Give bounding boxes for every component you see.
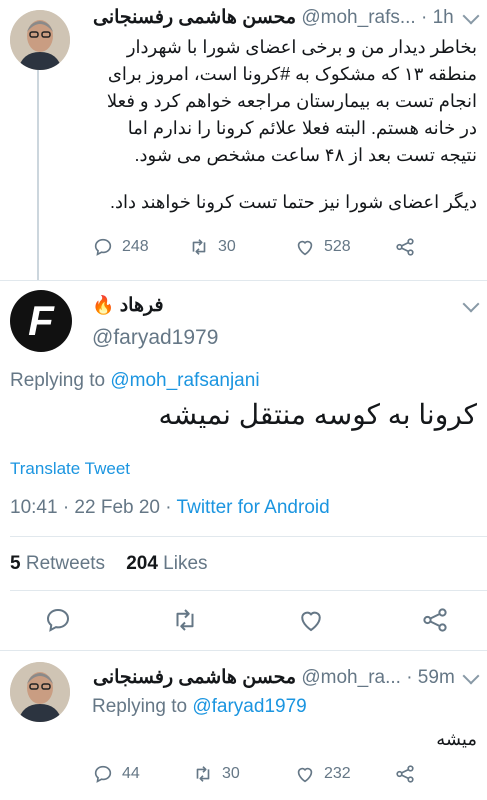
engagement-stats: 5 Retweets 204 Likes bbox=[10, 553, 208, 575]
reply-count: 248 bbox=[122, 238, 149, 255]
tweet-line: بخاطر دیدار من و برخی اعضای شورا با شهرد… bbox=[126, 37, 477, 57]
share-button[interactable] bbox=[394, 236, 416, 258]
likes-label: Likes bbox=[163, 553, 208, 574]
tweet-line: منطقه ۱۳ که مشکوک به #کرونا است، امروز ب… bbox=[107, 64, 477, 84]
avatar[interactable] bbox=[10, 10, 70, 70]
chevron-down-icon[interactable] bbox=[462, 667, 480, 685]
tweet-actions: 44 30 232 bbox=[0, 763, 487, 793]
tweet-time: 10:41 bbox=[10, 497, 58, 518]
translate-link[interactable]: Translate Tweet bbox=[10, 459, 130, 479]
chevron-down-icon[interactable] bbox=[462, 7, 480, 25]
retweet-icon[interactable] bbox=[170, 605, 200, 635]
reply-icon[interactable] bbox=[43, 605, 73, 635]
reply-icon bbox=[94, 238, 112, 256]
divider bbox=[10, 590, 487, 591]
tweet-text: میشه bbox=[436, 729, 477, 749]
author-name[interactable]: محسن هاشمی رفسنجانی bbox=[93, 667, 296, 688]
reply-button[interactable]: 248 bbox=[92, 236, 149, 258]
divider bbox=[0, 280, 487, 281]
reply-count: 44 bbox=[122, 765, 140, 782]
tweet-text: بخاطر دیدار من و برخی اعضای شورا با شهرد… bbox=[77, 34, 477, 216]
retweet-icon bbox=[192, 239, 206, 255]
like-icon bbox=[297, 240, 313, 256]
likes-count: 204 bbox=[126, 553, 158, 574]
tweet-line: نتیجه تست بعد از ۴۸ ساعت مشخص می شود. bbox=[134, 145, 477, 165]
like-button[interactable]: 528 bbox=[294, 236, 351, 258]
like-count: 232 bbox=[324, 765, 351, 782]
replying-label: Replying to bbox=[92, 696, 188, 717]
retweet-button[interactable]: 30 bbox=[188, 236, 236, 258]
tweet-line: در خانه هستم. البته فعلا علائم کرونا را … bbox=[127, 118, 477, 138]
likes-stat[interactable]: 204 Likes bbox=[126, 553, 207, 574]
author-name[interactable]: فرهاد bbox=[120, 295, 164, 316]
tweet-actions: 248 30 528 bbox=[0, 236, 487, 266]
divider bbox=[10, 536, 487, 537]
retweets-label: Retweets bbox=[25, 553, 106, 574]
retweet-button[interactable]: 30 bbox=[192, 763, 240, 785]
reply-button[interactable]: 44 bbox=[92, 763, 140, 785]
tweet-time: · 59m bbox=[406, 667, 455, 688]
chevron-down-icon[interactable] bbox=[462, 295, 480, 313]
avatar[interactable] bbox=[10, 662, 70, 722]
retweets-stat[interactable]: 5 Retweets bbox=[10, 553, 105, 574]
like-icon[interactable] bbox=[296, 605, 326, 635]
share-icon bbox=[396, 238, 414, 256]
retweet-count: 30 bbox=[218, 238, 236, 255]
retweet-icon bbox=[196, 766, 210, 782]
like-button[interactable]: 232 bbox=[294, 763, 351, 785]
author-name[interactable]: محسن هاشمی رفسنجانی bbox=[93, 7, 296, 28]
author-handle[interactable]: @faryad1979 bbox=[92, 326, 218, 350]
author-handle[interactable]: @moh_ra... bbox=[301, 667, 401, 688]
tweet-line: دیگر اعضای شورا نیز حتما تست کرونا خواهن… bbox=[110, 192, 477, 212]
share-icon bbox=[396, 765, 414, 783]
tweet-line: انجام تست به بیمارستان مراجعه خواهم کرد … bbox=[106, 91, 477, 111]
divider bbox=[0, 650, 487, 651]
client-link[interactable]: Twitter for Android bbox=[177, 497, 330, 518]
tweet-actions bbox=[0, 605, 487, 641]
reply-icon bbox=[94, 765, 112, 783]
share-button[interactable] bbox=[394, 763, 416, 785]
replying-to-link[interactable]: @moh_rafsanjani bbox=[110, 370, 259, 391]
replying-label: Replying to bbox=[10, 370, 106, 391]
fire-emoji: 🔥 bbox=[92, 295, 115, 315]
retweet-count: 30 bbox=[222, 765, 240, 782]
retweets-count: 5 bbox=[10, 553, 21, 574]
like-icon bbox=[297, 767, 313, 783]
like-count: 528 bbox=[324, 238, 351, 255]
tweet-date: · 22 Feb 20 · bbox=[62, 497, 172, 518]
tweet-time: · 1h bbox=[420, 7, 454, 28]
tweet-text: کرونا به کوسه منتقل نمیشه bbox=[158, 399, 478, 430]
author-handle[interactable]: @moh_rafs... bbox=[301, 7, 415, 28]
replying-to-link[interactable]: @faryad1979 bbox=[192, 696, 306, 717]
avatar[interactable]: F bbox=[10, 290, 72, 352]
share-icon[interactable] bbox=[420, 605, 450, 635]
avatar-letter: F bbox=[28, 297, 54, 344]
